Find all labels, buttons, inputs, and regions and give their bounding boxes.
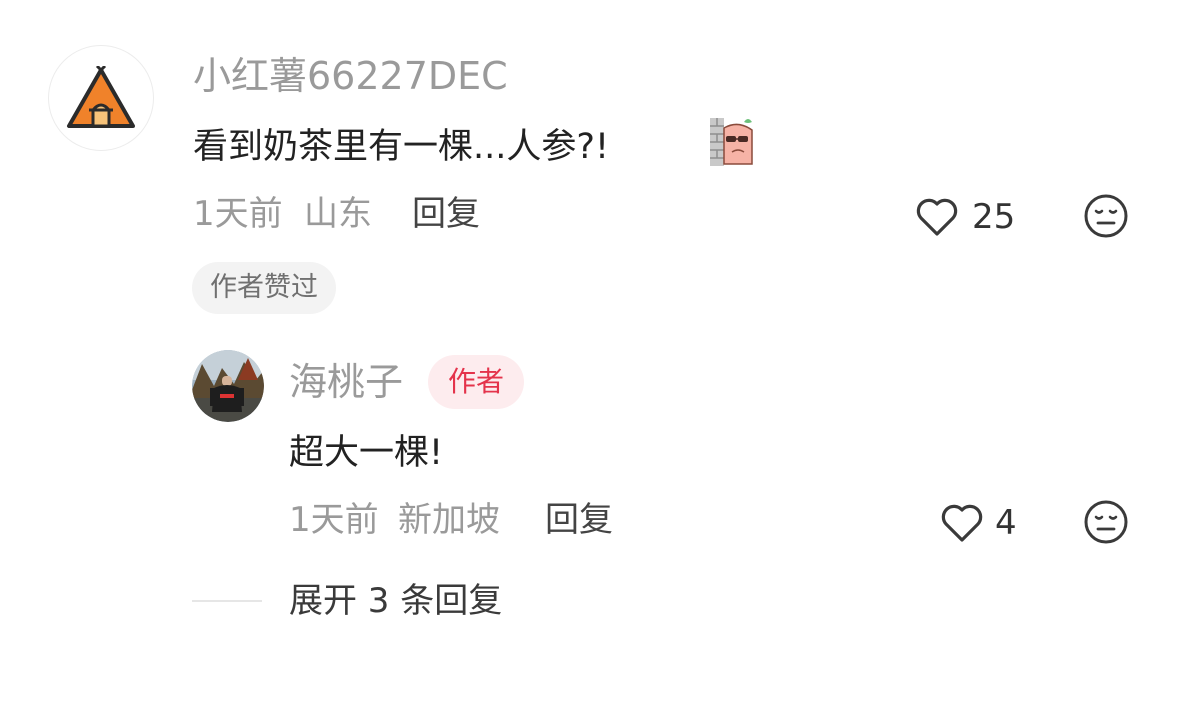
author-badge: 作者 <box>428 355 525 409</box>
reply-username[interactable]: 海桃子 <box>289 363 403 401</box>
heart-outline-icon <box>916 198 958 236</box>
comment-time: 1天前 <box>193 194 283 234</box>
comment-text: 看到奶茶里有一棵...人参?! <box>193 127 609 167</box>
reply-location: 新加坡 <box>398 500 500 540</box>
reply-dislike-button[interactable] <box>1083 499 1129 545</box>
tent-avatar-icon <box>67 66 135 128</box>
reply-time: 1天前 <box>289 500 379 540</box>
comment-username[interactable]: 小红薯66227DEC <box>193 57 508 95</box>
meh-face-icon <box>1084 500 1128 544</box>
reply-text: 超大一棵! <box>289 433 444 473</box>
comment-reply-button[interactable]: 回复 <box>412 197 480 231</box>
reply-like-count: 4 <box>995 503 1017 543</box>
peeking-ginseng-sticker-icon <box>708 114 762 168</box>
liked-by-author-chip: 作者赞过 <box>192 262 336 314</box>
heart-outline-icon <box>941 504 983 542</box>
comment-like-count: 25 <box>972 197 1016 237</box>
comment-location: 山东 <box>304 194 372 234</box>
comment-like-button[interactable] <box>915 196 959 238</box>
reply-avatar[interactable] <box>192 350 264 422</box>
avatar-tent[interactable] <box>48 45 154 151</box>
reply-reply-button[interactable]: 回复 <box>545 503 613 537</box>
meh-face-icon <box>1084 194 1128 238</box>
reply-like-button[interactable] <box>940 502 984 544</box>
expand-divider <box>192 600 262 602</box>
comment-dislike-button[interactable] <box>1083 193 1129 239</box>
expand-replies-button[interactable]: 展开 3 条回复 <box>289 584 502 618</box>
